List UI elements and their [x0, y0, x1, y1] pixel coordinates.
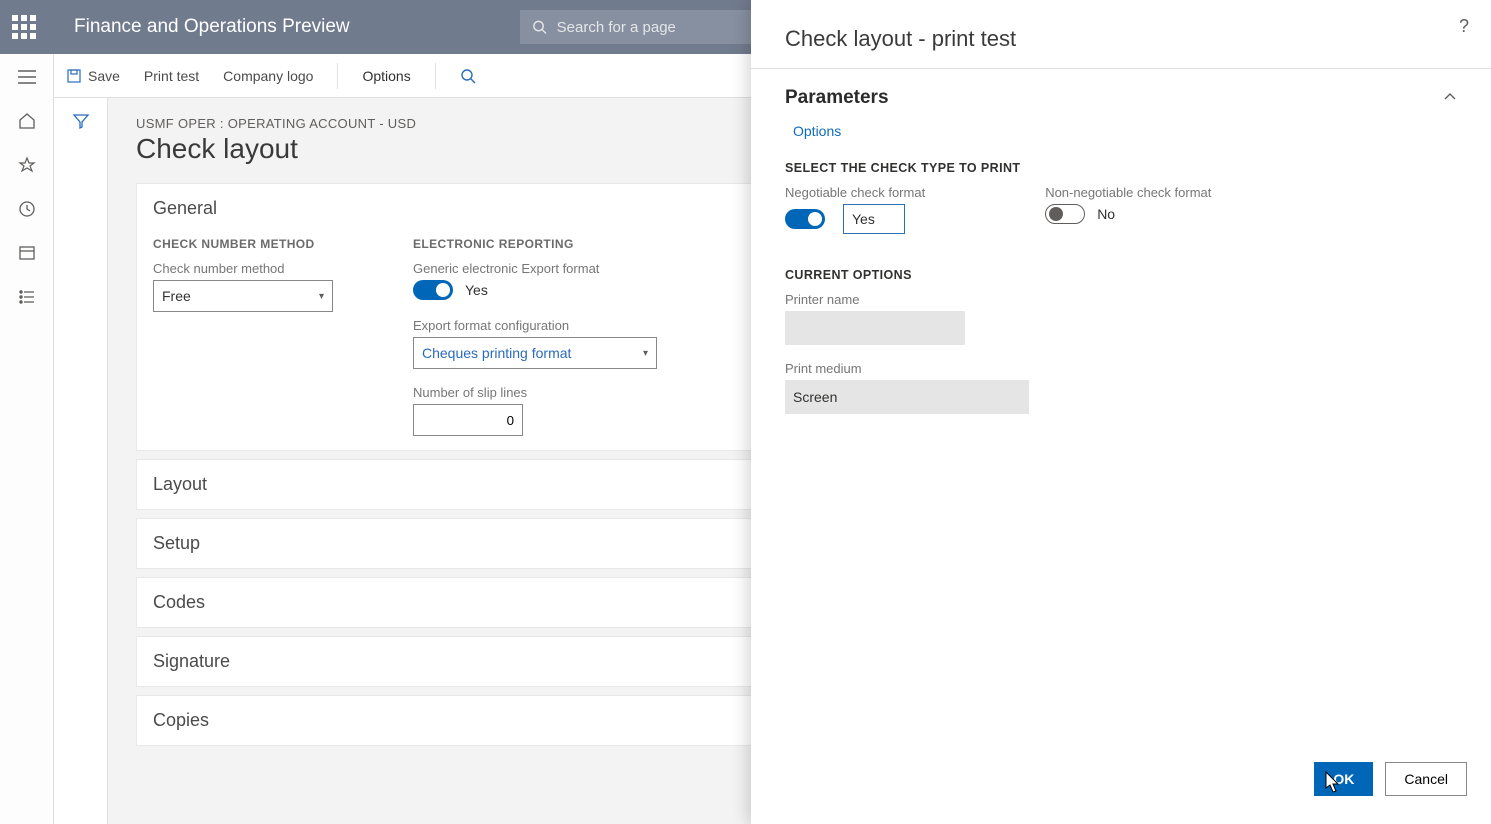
options-link[interactable]: Options: [793, 123, 841, 139]
filter-funnel-icon[interactable]: [72, 112, 90, 824]
non-negotiable-label: Non-negotiable check format: [1045, 185, 1211, 200]
favorites-star-icon[interactable]: [16, 154, 38, 176]
hamburger-icon[interactable]: [16, 66, 38, 88]
ok-button[interactable]: OK: [1314, 762, 1373, 796]
left-navigation-rail: [0, 54, 54, 824]
divider: [435, 63, 436, 89]
modules-list-icon[interactable]: [16, 286, 38, 308]
chevron-up-icon[interactable]: [1443, 90, 1457, 107]
non-negotiable-value: No: [1097, 206, 1115, 222]
slip-lines-input[interactable]: [413, 404, 523, 436]
generic-export-toggle[interactable]: [413, 280, 453, 300]
help-icon[interactable]: ?: [1459, 16, 1469, 37]
select-type-heading: SELECT THE CHECK TYPE TO PRINT: [785, 161, 1457, 175]
check-number-method-label: Check number method: [153, 261, 333, 276]
save-label: Save: [88, 68, 120, 84]
print-medium-label: Print medium: [785, 361, 1457, 376]
check-number-method-value: Free: [162, 288, 191, 304]
find-button[interactable]: [460, 68, 476, 84]
company-logo-button[interactable]: Company logo: [223, 68, 313, 84]
filter-column: [54, 98, 108, 824]
workspaces-icon[interactable]: [16, 242, 38, 264]
negotiable-toggle[interactable]: [785, 209, 825, 229]
chevron-down-icon: ▾: [319, 291, 324, 302]
print-test-button[interactable]: Print test: [144, 68, 199, 84]
home-icon[interactable]: [16, 110, 38, 132]
options-button[interactable]: Options: [362, 68, 410, 84]
export-format-select[interactable]: Cheques printing format ▾: [413, 337, 657, 369]
slip-lines-label: Number of slip lines: [413, 385, 657, 400]
check-number-method-select[interactable]: Free ▾: [153, 280, 333, 312]
generic-export-value: Yes: [465, 282, 488, 298]
negotiable-label: Negotiable check format: [785, 185, 925, 200]
parameters-heading: Parameters: [785, 87, 889, 109]
divider: [337, 63, 338, 89]
print-test-panel: ? Check layout - print test Parameters O…: [751, 0, 1491, 824]
app-launcher-icon[interactable]: [12, 15, 36, 39]
chevron-down-icon: ▾: [643, 348, 648, 359]
export-format-label: Export format configuration: [413, 318, 657, 333]
negotiable-value-box[interactable]: Yes: [843, 204, 905, 234]
check-number-method-section: CHECK NUMBER METHOD: [153, 237, 333, 251]
current-options-heading: CURRENT OPTIONS: [785, 268, 1457, 282]
non-negotiable-toggle[interactable]: [1045, 204, 1085, 224]
printer-name-field[interactable]: [785, 311, 965, 345]
product-title: Finance and Operations Preview: [74, 16, 350, 38]
export-format-value: Cheques printing format: [422, 345, 571, 361]
cancel-button[interactable]: Cancel: [1385, 762, 1467, 796]
print-medium-field[interactable]: Screen: [785, 380, 1029, 414]
printer-name-label: Printer name: [785, 292, 1457, 307]
electronic-reporting-section: ELECTRONIC REPORTING: [413, 237, 657, 251]
search-icon: [532, 19, 547, 35]
save-button[interactable]: Save: [66, 68, 120, 84]
generic-export-label: Generic electronic Export format: [413, 261, 657, 276]
panel-title: Check layout - print test: [785, 26, 1457, 52]
recent-clock-icon[interactable]: [16, 198, 38, 220]
